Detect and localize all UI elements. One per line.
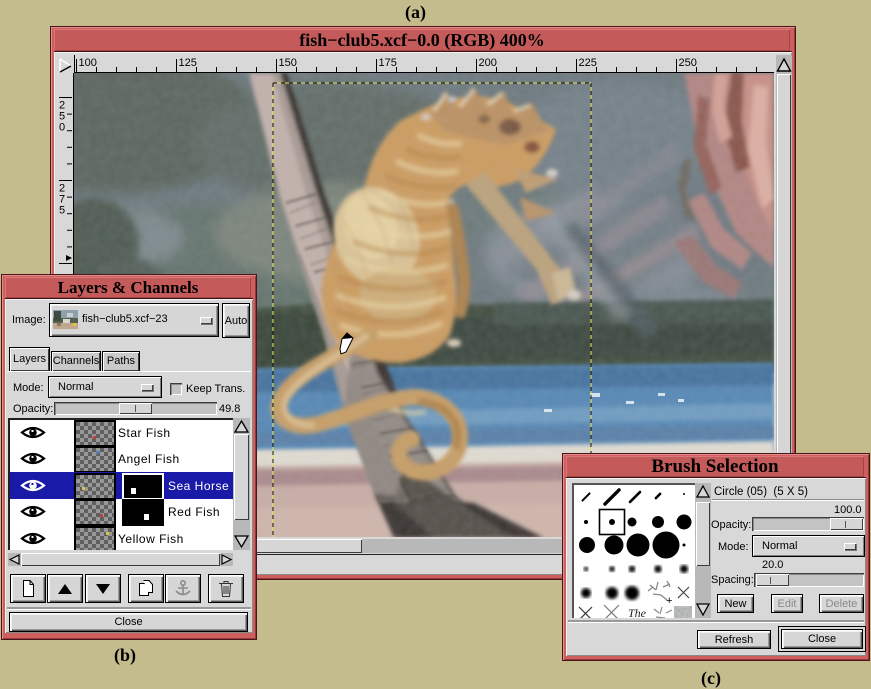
svg-text:225: 225	[579, 57, 597, 69]
svg-text:100: 100	[79, 57, 97, 69]
svg-text:175: 175	[379, 57, 397, 69]
svg-text:125: 125	[179, 57, 197, 69]
svg-text:200: 200	[479, 57, 497, 69]
svg-text:250: 250	[679, 57, 697, 69]
svg-text:150: 150	[279, 57, 297, 69]
svg-text:0: 0	[59, 122, 65, 134]
svg-text:5: 5	[59, 205, 65, 217]
svg-text:+: +	[666, 595, 672, 607]
svg-text:The: The	[628, 606, 647, 618]
